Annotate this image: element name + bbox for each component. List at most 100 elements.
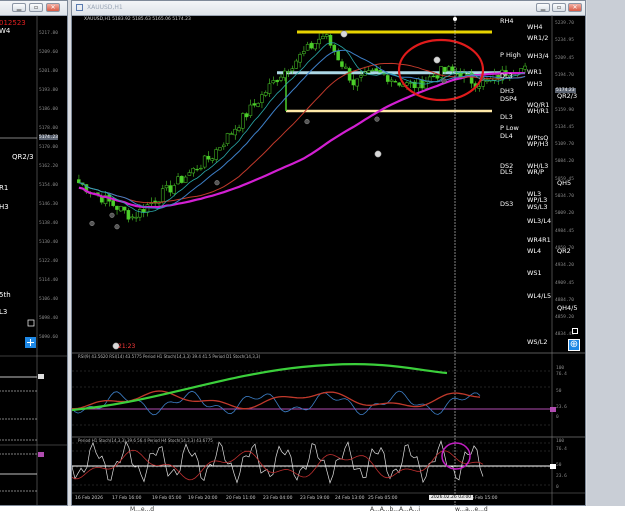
candle-body (199, 167, 203, 170)
candle-body (111, 200, 115, 206)
left-window-titlebar[interactable]: ▁ ▫ ✕ (0, 1, 67, 16)
pivot-label: WL3/L4 (527, 217, 552, 225)
left-label-3: R1 (0, 184, 9, 192)
candle-body (244, 113, 249, 118)
swing-marker (109, 212, 115, 218)
restore-button[interactable]: ▫ (29, 3, 43, 12)
price-tick: 5009.20 (555, 211, 574, 217)
candle-body (424, 81, 428, 89)
pivot-label: WH3/4 (527, 52, 549, 60)
candle-body (145, 204, 150, 213)
close-button[interactable]: ✕ (568, 3, 582, 12)
candle-body (355, 78, 359, 87)
candle-body (309, 42, 314, 49)
candle-body (77, 179, 81, 184)
left-label-6: L3 (0, 308, 8, 316)
candle-body (431, 75, 436, 78)
price-tick: 4934.20 (555, 263, 574, 269)
candle-body (279, 76, 283, 81)
stoch-highlight-circle (441, 442, 471, 470)
pivot-label: DL3 (500, 113, 513, 121)
pivot-label: P High (500, 51, 521, 59)
stoch-tick: 100 (556, 439, 565, 444)
rsi-tick: 0 (556, 415, 559, 420)
candle-body (241, 113, 245, 129)
current-price-tag: 5174.23 (555, 88, 576, 93)
candle-body (313, 43, 318, 50)
crosshair-icon[interactable]: ⊕ (568, 339, 580, 351)
stoch-tick: 0 (556, 485, 559, 490)
candle-body (389, 79, 394, 82)
candle-body (122, 206, 127, 211)
pivot-label: DS3 (500, 200, 514, 208)
candle-body (282, 70, 287, 78)
restore-button[interactable]: ▫ (552, 3, 566, 12)
ma-magenta (78, 72, 526, 209)
price-tick: 5084.20 (555, 159, 574, 165)
candle-body (141, 209, 146, 213)
price-tick: 5234.95 (555, 38, 574, 44)
price-tick: 4859.20 (555, 315, 574, 321)
main-window-titlebar[interactable]: XAUUSD,H1 ▁ ▫ ✕ (72, 1, 585, 16)
candle-body (393, 81, 398, 83)
minimize-button[interactable]: ▁ (536, 3, 550, 12)
left-label-4: H3 (0, 203, 9, 211)
time-tick: 25 Feb 05:00 (368, 496, 398, 501)
price-tick: 4909.45 (555, 280, 574, 286)
left-chart-window[interactable]: ▁ ▫ ✕ 012523 W4 QR2/3 R1 H3 5th L3 5217.… (0, 0, 68, 506)
left-price-tick: 5162.20 (39, 164, 58, 169)
time-tick: 17 Feb 16:00 (112, 496, 142, 501)
candle-body (370, 69, 375, 72)
pivot-label: DL5 (500, 168, 513, 176)
taskbar-item-0[interactable]: M...e...d (130, 506, 154, 514)
candle-body (202, 155, 207, 168)
candle-body (366, 70, 371, 73)
pivot-label: DL4 (500, 132, 513, 140)
main-chart-window[interactable]: XAUUSD,H1 ▁ ▫ ✕ XAUUSD,H1 5183.92 5185.6… (71, 0, 586, 506)
time-tick: 19 Feb 20:00 (188, 496, 218, 501)
candle-body (450, 66, 455, 71)
left-price-tick: 5114.40 (39, 278, 58, 283)
candle-body (328, 35, 333, 46)
left-price-tick: 5138.40 (39, 221, 58, 226)
left-price-tick: 5201.80 (39, 69, 58, 74)
candle-body (176, 176, 180, 185)
candle-body (187, 172, 192, 176)
window-title: XAUUSD,H1 (87, 4, 123, 11)
scroll-end-marker[interactable] (572, 328, 578, 334)
candle-body (164, 185, 169, 189)
pivot-label: WH3 (527, 80, 543, 88)
candle-body (191, 168, 195, 174)
left-price-tick: 5154.00 (39, 183, 58, 188)
rsi-tick: 23.6 (556, 405, 567, 410)
close-button[interactable]: ✕ (46, 3, 60, 12)
right-edge-panel (587, 0, 625, 506)
left-rsi-marker (38, 374, 44, 379)
candle-body (435, 75, 440, 79)
minimize-button[interactable]: ▁ (12, 3, 26, 12)
swing-marker (114, 224, 120, 230)
time-tick: 16 Feb 2026 (75, 496, 104, 501)
left-price-tick: 5170.00 (39, 145, 58, 150)
stoch-indicator-title: Period H1 Stoch(14,3,3) 39.6 56.4 Period… (78, 438, 213, 443)
taskbar-item-1[interactable]: A...A...b...A...A...i (370, 506, 420, 514)
swing-marker (214, 180, 220, 186)
taskbar-item-2[interactable]: w...a...e...d (455, 506, 488, 514)
taskbar: M...e...d A...A...b...A...A...i w...a...… (0, 506, 625, 514)
pivot-label: WP/H3 (527, 140, 549, 148)
pivot-label: WS/L2 (527, 338, 548, 346)
price-tick: 4984.45 (555, 228, 574, 234)
pivot-label: WH/R1 (527, 107, 550, 115)
candle-body (286, 71, 291, 73)
crosshair-handle (453, 17, 457, 21)
rsi-indicator-title: RSI(9) 43.5620 RSI(14) 43.5775 Period H1… (78, 354, 261, 359)
stoch-white-line (72, 440, 484, 484)
pivot-label: DH3 (500, 87, 515, 95)
pivot-label: WH4 (527, 23, 543, 31)
candle-body (519, 68, 523, 73)
swing-marker-large (374, 150, 382, 158)
price-tick: 5109.70 (555, 142, 574, 148)
candle-body (195, 168, 199, 171)
pivot-label: QH4/5 (557, 304, 578, 312)
candle-body (229, 133, 234, 135)
